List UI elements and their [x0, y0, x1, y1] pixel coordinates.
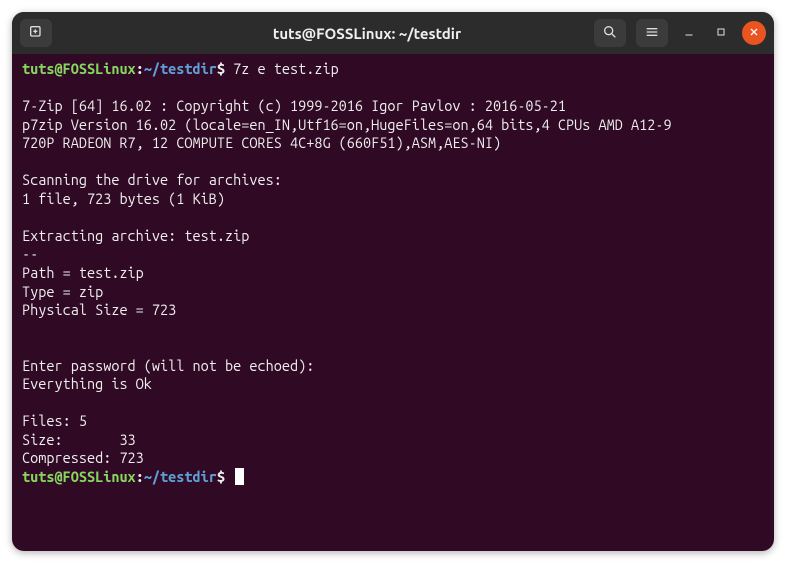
prompt-user-host: tuts@FOSSLinux: [22, 468, 136, 485]
maximize-icon: [715, 24, 727, 42]
titlebar-right: [594, 19, 766, 47]
command-text: 7z e test.zip: [233, 60, 339, 77]
prompt-dollar: $: [217, 468, 225, 485]
prompt-path: ~/testdir: [144, 468, 217, 485]
close-icon: [748, 24, 760, 42]
titlebar: tuts@FOSSLinux: ~/testdir: [12, 12, 774, 54]
minimize-icon: [683, 24, 695, 42]
prompt-path: ~/testdir: [144, 60, 217, 77]
close-button[interactable]: [742, 21, 766, 45]
cursor: [235, 468, 244, 485]
terminal-window: tuts@FOSSLinux: ~/testdir: [12, 12, 774, 551]
hamburger-icon: [644, 24, 660, 43]
search-button[interactable]: [594, 19, 626, 47]
search-icon: [602, 24, 618, 43]
command-output: 7-Zip [64] 16.02 : Copyright (c) 1999-20…: [22, 97, 672, 466]
prompt-dollar: $: [217, 60, 225, 77]
new-tab-icon: [28, 24, 44, 43]
titlebar-left: [20, 19, 140, 47]
minimize-button[interactable]: [678, 22, 700, 44]
menu-button[interactable]: [636, 19, 668, 47]
new-tab-button[interactable]: [20, 19, 52, 47]
terminal-body[interactable]: tuts@FOSSLinux:~/testdir$ 7z e test.zip …: [12, 54, 774, 551]
prompt-colon: :: [136, 60, 144, 77]
prompt-user-host: tuts@FOSSLinux: [22, 60, 136, 77]
prompt-colon: :: [136, 468, 144, 485]
window-title: tuts@FOSSLinux: ~/testdir: [148, 25, 586, 42]
maximize-button[interactable]: [710, 22, 732, 44]
